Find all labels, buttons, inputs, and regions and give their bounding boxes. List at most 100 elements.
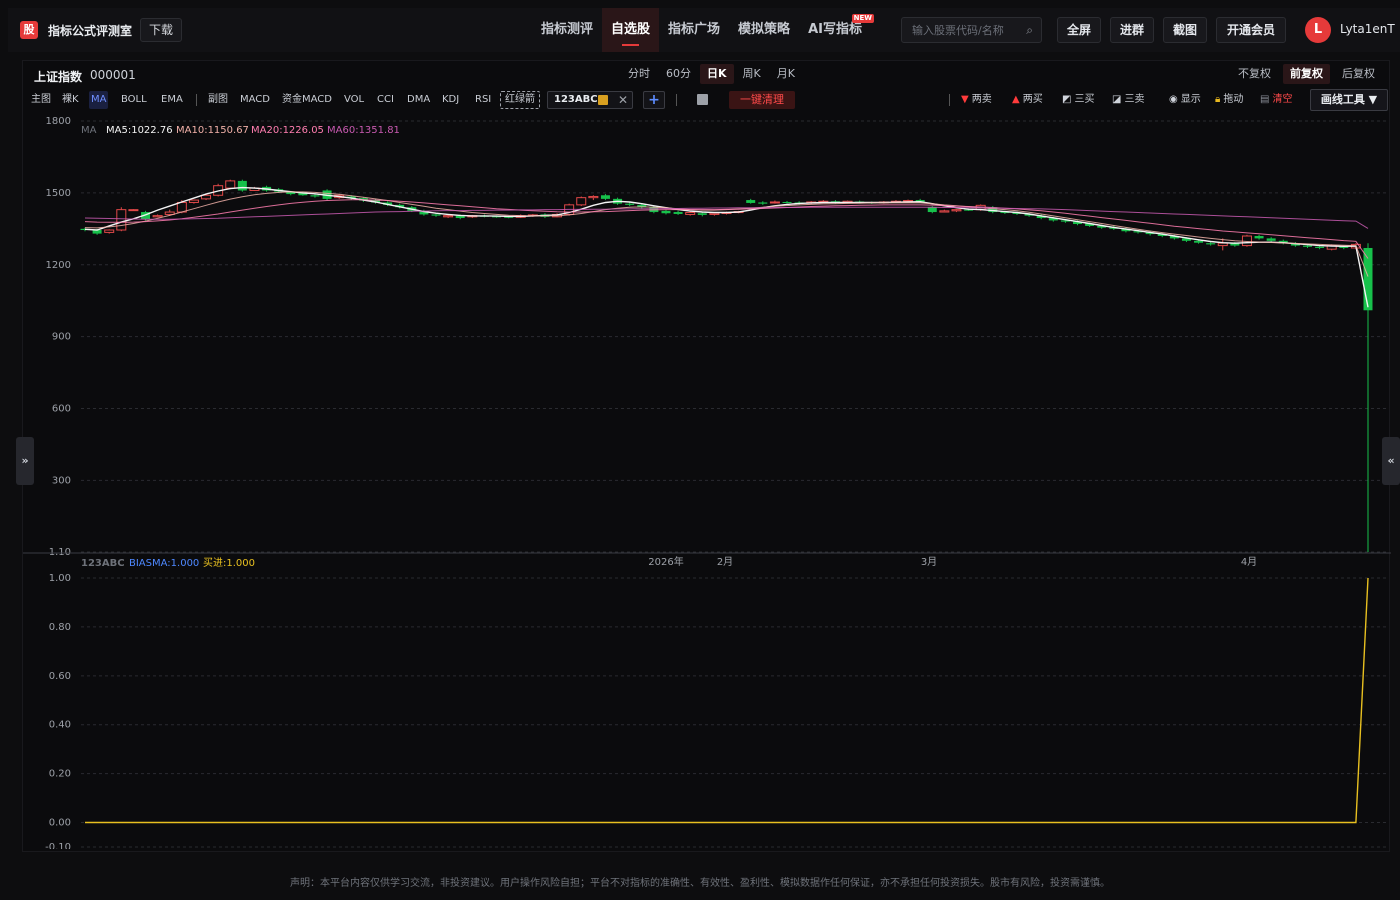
sub-legend-buy: 买进:1.000 — [203, 557, 255, 569]
indicator-raw-k[interactable]: 裸K — [60, 91, 81, 109]
indicator-vol[interactable]: VOL — [342, 91, 366, 109]
draw-tool-label: 两买 — [1022, 94, 1043, 105]
adjust-tabs: 不复权 前复权 后复权 — [1231, 64, 1387, 84]
ma-line-ma60 — [84, 206, 1369, 229]
sub-legend-name: 123ABC — [81, 558, 125, 569]
period-tabs: 分时 60分 日K 周K 月K — [621, 64, 804, 84]
period-tab-4[interactable]: 月K — [770, 64, 802, 84]
add-indicator-button[interactable]: + — [643, 91, 665, 109]
main-nav: 指标测评 自选股 指标广场 模拟策略 AI写指标 NEW — [532, 8, 876, 52]
draw-tool-0[interactable]: ▼ 两卖 — [961, 91, 992, 109]
draw-line-tools-button[interactable]: 画线工具 ▼ — [1310, 89, 1388, 111]
candle-body — [1217, 242, 1228, 247]
period-tab-3[interactable]: 周K — [736, 64, 768, 84]
legend-ma10: MA10:1150.67 — [176, 125, 249, 136]
sub-y-tick-label: 1.00 — [49, 573, 71, 584]
x-axis-label: 2026年 — [648, 555, 683, 568]
adjust-tab-2[interactable]: 后复权 — [1335, 64, 1382, 84]
legend-ma5: MA5:1022.76 — [106, 125, 173, 136]
draw-tool-1[interactable]: ▲ 两买 — [1012, 91, 1043, 109]
candle-body — [1241, 235, 1252, 247]
nav-item-0[interactable]: 指标测评 — [532, 8, 602, 52]
candle-body — [1363, 247, 1373, 311]
candle-body — [709, 212, 720, 215]
ma-line-ma20 — [84, 199, 1369, 259]
candle-body — [1206, 243, 1216, 245]
nav-item-label: 指标测评 — [541, 22, 594, 37]
draw-tool-label: 两卖 — [971, 94, 992, 105]
eye-icon: ◉ — [1169, 94, 1178, 105]
signal-red-green-arrow[interactable]: 红绿箭 — [500, 91, 540, 109]
nav-item-3[interactable]: 模拟策略 — [729, 8, 799, 52]
search-icon[interactable]: ⌕ — [1026, 23, 1033, 38]
draw-tool-6[interactable]: ▤ 清空 — [1260, 91, 1292, 109]
chart-panel: 上证指数 000001 分时 60分 日K 周K 月K 不复权 前复权 后复权 主图 裸K … — [22, 60, 1391, 852]
indicator-rsi[interactable]: RSI — [473, 91, 493, 109]
main-y-tick-label: 900 — [52, 332, 71, 343]
indicator-kdj[interactable]: KDJ — [440, 91, 461, 109]
draw-tool-4[interactable]: ◉ 显示 — [1169, 91, 1201, 109]
draw-tool-label: 三卖 — [1124, 94, 1145, 105]
candle-body — [1194, 240, 1204, 243]
username[interactable]: Lyta1enT — [1340, 22, 1395, 36]
x-axis-label: 2月 — [717, 556, 733, 568]
formula-name: 123ABC — [554, 94, 598, 105]
nav-item-label: AI写指标 — [808, 22, 862, 37]
vip-button[interactable]: 开通会员 — [1216, 17, 1286, 43]
draw-tool-2[interactable]: ◩ 三买 — [1062, 91, 1094, 109]
period-tab-1[interactable]: 60分 — [659, 64, 698, 84]
main-y-tick-label: 1500 — [46, 188, 71, 199]
avatar[interactable]: L — [1305, 17, 1331, 43]
adjust-tab-1[interactable]: 前复权 — [1283, 64, 1330, 84]
sub-y-tick-label: 0.40 — [49, 720, 71, 731]
period-tab-2[interactable]: 日K — [700, 64, 734, 84]
candle-body — [625, 203, 635, 205]
main-y-tick-label: 1800 — [46, 116, 71, 127]
sub-y-tick-label: 0.20 — [49, 769, 71, 780]
indicator-fund-macd[interactable]: 资金MACD — [280, 91, 334, 109]
divider — [196, 94, 197, 106]
indicator-ma[interactable]: MA — [89, 91, 109, 109]
divider — [676, 94, 677, 106]
candle-body — [939, 210, 950, 213]
chart-svg[interactable]: 1800150012009006003001.102026年 2月 3月 4月MA MA… — [23, 113, 1391, 849]
fullscreen-button[interactable]: 全屏 — [1057, 17, 1101, 43]
period-tab-0[interactable]: 分时 — [621, 64, 657, 84]
search-input[interactable] — [902, 18, 1017, 42]
candle-body — [176, 201, 187, 213]
close-icon[interactable]: ✕ — [618, 92, 628, 108]
top-navbar: 股 指标公式评测室 下载 指标测评 自选股 指标广场 模拟策略 AI写指标NEW ⌕ 全… — [8, 8, 1400, 52]
indicator-ema[interactable]: EMA — [159, 91, 185, 109]
draw-tool-label: 三买 — [1074, 94, 1095, 105]
download-button[interactable]: 下载 — [140, 18, 182, 42]
indicator-macd[interactable]: MACD — [238, 91, 272, 109]
stock-code: 000001 — [90, 68, 136, 82]
screenshot-button[interactable]: 截图 — [1163, 17, 1207, 43]
candle-body — [431, 214, 441, 216]
logo-icon[interactable]: 股 — [20, 21, 38, 39]
nav-item-4[interactable]: AI写指标 NEW — [799, 8, 876, 52]
brand-title[interactable]: 指标公式评测室 — [48, 22, 132, 39]
draw-tool-3[interactable]: ◪ 三卖 — [1112, 91, 1144, 109]
indicator-toolbar: 主图 裸K MA BOLL EMA 副图 MACD 资金MACD VOL CCI… — [23, 89, 1391, 111]
nav-item-1[interactable]: 自选股 — [602, 8, 660, 52]
save-icon[interactable] — [697, 94, 708, 105]
adjust-tab-0[interactable]: 不复权 — [1231, 64, 1278, 84]
clear-all-button[interactable]: 一键清理 — [729, 91, 795, 109]
expand-right-toggle[interactable]: « — [1382, 437, 1400, 485]
candles-group — [80, 179, 1373, 552]
indicator-cci[interactable]: CCI — [375, 91, 396, 109]
expand-left-toggle[interactable]: » — [16, 437, 34, 485]
main-y-tick-label: 300 — [52, 475, 71, 486]
legend-ma60: MA60:1351.81 — [327, 125, 400, 136]
nav-item-2[interactable]: 指标广场 — [659, 8, 729, 52]
candle-body — [782, 201, 792, 203]
join-group-button[interactable]: 进群 — [1110, 17, 1154, 43]
indicator-boll[interactable]: BOLL — [119, 91, 149, 109]
draw-tool-5[interactable]: 🔒︎ 拖动 — [1215, 91, 1243, 109]
formula-chip[interactable]: 123ABC ✕ — [547, 91, 633, 109]
indicator-dma[interactable]: DMA — [405, 91, 432, 109]
candle-body — [600, 195, 610, 199]
triangle-down-icon: ▼ — [961, 94, 969, 105]
stock-search[interactable]: ⌕ — [901, 17, 1042, 43]
